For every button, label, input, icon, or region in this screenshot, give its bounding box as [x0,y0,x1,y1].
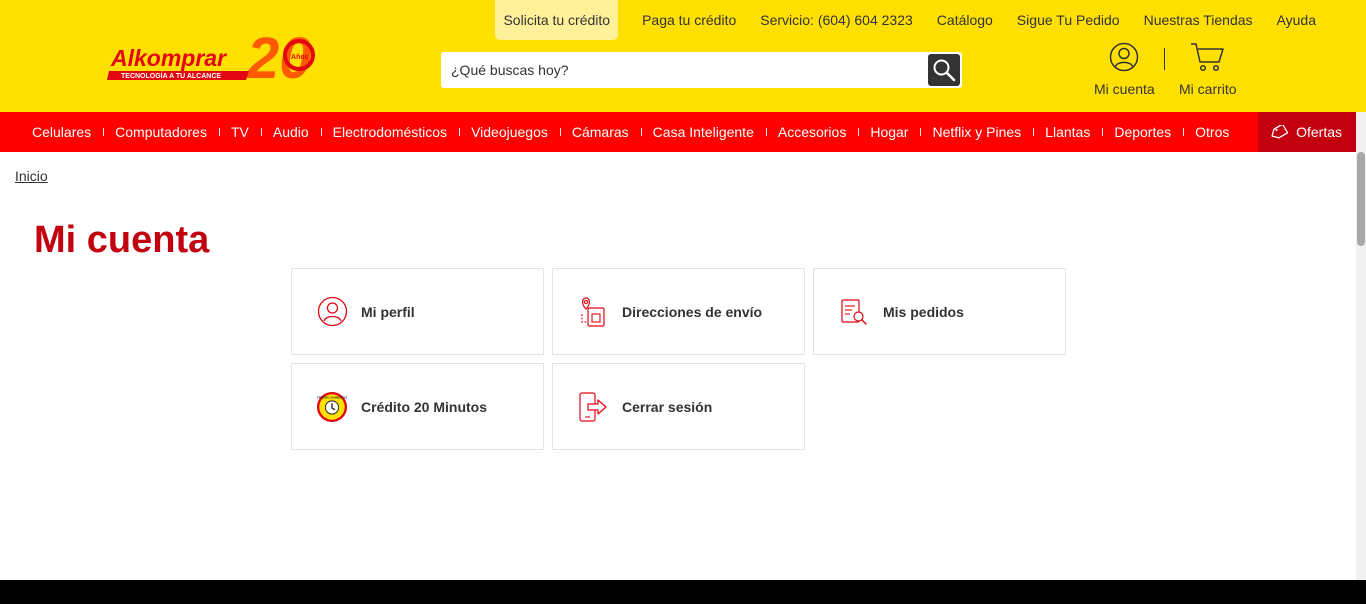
search-input[interactable] [441,52,926,88]
orders-search-icon [838,296,870,328]
scrollbar-thumb[interactable] [1357,152,1365,246]
card-credito-20-minutos[interactable]: CRÉDITO 20 MINUTOS Crédito 20 Minutos [291,363,544,450]
nav-item-casa-inteligente[interactable]: Casa Inteligente [640,112,766,152]
user-icon [1110,42,1139,72]
nav-item-otros[interactable]: Otros [1183,112,1241,152]
svg-text:CRÉDITO 20 MINUTOS: CRÉDITO 20 MINUTOS [317,394,347,399]
nav-item-ofertas[interactable]: Ofertas [1258,112,1364,152]
card-label: Cerrar sesión [622,398,713,415]
page-scrollbar[interactable] [1356,152,1366,580]
nav-item-computadores[interactable]: Computadores [103,112,219,152]
breadcrumb-home[interactable]: Inicio [15,168,48,184]
card-mis-pedidos[interactable]: Mis pedidos [813,268,1066,355]
nav-item-accesorios[interactable]: Accesorios [765,112,858,152]
credit-20-minutes-icon: CRÉDITO 20 MINUTOS [316,391,348,423]
nav-item-tv[interactable]: TV [218,112,261,152]
svg-text:TECNOLOGÍA A TU ALCANCE: TECNOLOGÍA A TU ALCANCE [121,71,221,80]
footer-bar [0,580,1366,604]
card-mi-perfil[interactable]: Mi perfil [291,268,544,355]
nav-item-audio[interactable]: Audio [260,112,321,152]
header-divider [1164,48,1165,70]
tag-icon [1271,125,1289,139]
cart-label: Mi carrito [1179,81,1237,97]
card-label: Crédito 20 Minutos [361,398,488,415]
top-link-sigue-pedido[interactable]: Sigue Tu Pedido [1005,0,1132,40]
scrollbar-track-top [1356,112,1366,152]
nav-item-camaras[interactable]: Cámaras [559,112,641,152]
category-nav: Celulares Computadores TV Audio Electrod… [0,112,1364,152]
cart-icon [1190,43,1224,72]
ofertas-label: Ofertas [1296,124,1342,140]
card-label: Mi perfil [361,303,415,320]
svg-text:Alkomprar: Alkomprar [110,45,227,71]
card-direcciones-envio[interactable]: Direcciones de envío [552,268,805,355]
top-link-paga-credito[interactable]: Paga tu crédito [630,0,748,40]
top-link-ayuda[interactable]: Ayuda [1265,0,1328,40]
page-title: Mi cuenta [34,219,210,261]
nav-item-videojuegos[interactable]: Videojuegos [459,112,560,152]
nav-item-llantas[interactable]: Llantas [1033,112,1102,152]
nav-item-hogar[interactable]: Hogar [858,112,920,152]
search-button[interactable] [928,54,960,86]
account-link[interactable]: Mi cuenta [1094,42,1155,97]
top-link-solicita-credito[interactable]: Solicita tu crédito [495,0,619,40]
alkomprar-logo[interactable]: 20 Años Alkomprar TECNOLOGÍA A TU ALCANC… [107,28,322,86]
top-links: Solicita tu crédito Paga tu crédito Serv… [495,0,1328,40]
search-icon [933,59,956,82]
nav-item-deportes[interactable]: Deportes [1102,112,1183,152]
svg-text:Años: Años [291,54,309,61]
logout-icon [577,391,609,423]
site-header: 20 Años Alkomprar TECNOLOGÍA A TU ALCANC… [0,0,1366,112]
address-pin-icon [577,296,609,328]
top-link-catalogo[interactable]: Catálogo [925,0,1005,40]
user-icon [316,296,348,328]
nav-item-celulares[interactable]: Celulares [20,112,103,152]
card-cerrar-sesion[interactable]: Cerrar sesión [552,363,805,450]
top-link-servicio[interactable]: Servicio: (604) 604 2323 [748,0,925,40]
search-box [441,52,962,88]
top-link-tiendas[interactable]: Nuestras Tiendas [1132,0,1265,40]
account-label: Mi cuenta [1094,81,1155,97]
card-label: Mis pedidos [883,303,964,320]
cart-link[interactable]: Mi carrito [1179,42,1237,97]
card-label: Direcciones de envío [622,303,763,320]
nav-item-netflix-pines[interactable]: Netflix y Pines [920,112,1033,152]
nav-item-electrodomesticos[interactable]: Electrodomésticos [320,112,459,152]
